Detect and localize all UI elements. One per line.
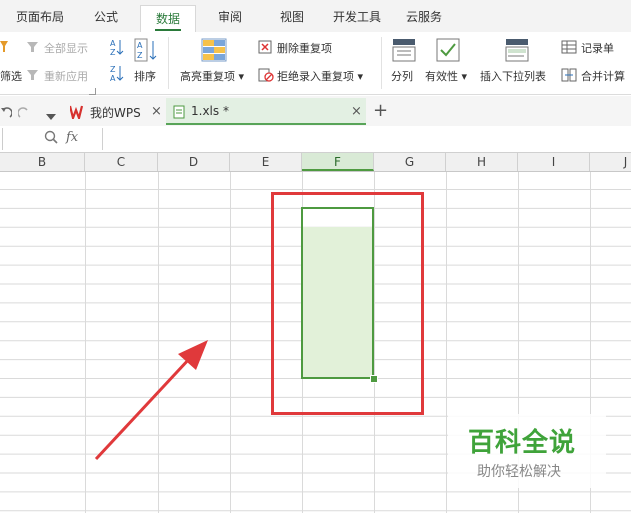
sort-ascending-icon[interactable]: AZ xyxy=(110,38,124,60)
column-header-f[interactable]: F xyxy=(302,153,374,171)
redo-icon[interactable] xyxy=(17,104,30,123)
highlight-duplicates-button[interactable]: 高亮重复项 ▾ xyxy=(180,68,244,84)
file-tab-label: 1.xls * xyxy=(191,104,229,118)
svg-text:Z: Z xyxy=(137,51,143,60)
sort-button[interactable]: 排序 xyxy=(134,68,156,84)
insert-dropdown-button[interactable]: 插入下拉列表 xyxy=(480,68,546,84)
highlight-duplicates-icon xyxy=(201,38,227,66)
formula-input[interactable] xyxy=(102,128,631,150)
svg-text:Z: Z xyxy=(110,48,116,56)
reapply-button[interactable]: 重新应用 xyxy=(44,68,88,84)
reject-duplicates-icon xyxy=(258,67,274,86)
annotation-highlight-box xyxy=(271,192,424,415)
watermark-title: 百科全说 xyxy=(468,428,577,458)
consolidate-icon xyxy=(561,67,577,86)
tab-data-underline xyxy=(155,29,181,31)
tab-cloud[interactable]: 云服务 xyxy=(406,8,442,25)
sort-icon: AZ xyxy=(134,38,158,68)
dialog-launcher-icon[interactable] xyxy=(89,88,96,95)
tab-page-layout[interactable]: 页面布局 xyxy=(16,8,64,25)
filter-icon xyxy=(0,39,8,53)
zoom-search-icon[interactable] xyxy=(44,130,58,150)
reapply-icon xyxy=(26,67,40,86)
function-fx-button[interactable]: fx xyxy=(66,130,78,145)
show-all-button[interactable]: 全部显示 xyxy=(44,40,88,56)
filter-button[interactable]: 筛选 xyxy=(0,68,22,84)
svg-text:A: A xyxy=(110,74,116,82)
validity-button[interactable]: 有效性 ▾ xyxy=(425,68,467,84)
svg-text:A: A xyxy=(137,41,143,50)
column-header-b[interactable]: B xyxy=(0,153,85,171)
validity-icon xyxy=(436,38,460,68)
consolidate-button[interactable]: 合并计算 xyxy=(581,68,625,84)
column-header-j[interactable]: J xyxy=(590,153,631,171)
new-tab-button[interactable]: + xyxy=(373,100,388,121)
tab-view[interactable]: 视图 xyxy=(280,8,304,25)
name-box[interactable] xyxy=(0,128,3,150)
show-all-icon xyxy=(26,39,40,58)
column-header-i[interactable]: I xyxy=(518,153,590,171)
annotation-arrow-icon xyxy=(94,340,208,461)
column-header-d[interactable]: D xyxy=(158,153,230,171)
sort-descending-icon[interactable]: ZA xyxy=(110,64,124,86)
svg-text:Z: Z xyxy=(110,65,116,74)
reject-duplicates-button[interactable]: 拒绝录入重复项 ▾ xyxy=(277,68,363,84)
spreadsheet-file-icon xyxy=(173,104,185,123)
quick-access-dropdown-icon[interactable] xyxy=(46,107,56,126)
svg-text:A: A xyxy=(110,39,116,48)
watermark-subtitle: 助你轻松解决 xyxy=(477,464,561,480)
ribbon-separator xyxy=(168,37,169,89)
insert-dropdown-icon xyxy=(505,38,529,68)
wps-home-tab[interactable]: 我的WPS xyxy=(90,104,141,121)
undo-icon[interactable] xyxy=(0,104,13,123)
column-header-h[interactable]: H xyxy=(446,153,518,171)
record-form-button[interactable]: 记录单 xyxy=(581,40,614,56)
record-form-icon xyxy=(561,39,577,58)
close-wps-tab-icon[interactable]: × xyxy=(151,104,162,119)
tab-data[interactable]: 数据 xyxy=(140,5,196,32)
wps-logo-icon xyxy=(68,104,86,123)
delete-duplicates-button[interactable]: 删除重复项 xyxy=(277,40,332,56)
close-file-tab-icon[interactable]: × xyxy=(351,104,362,119)
tab-review[interactable]: 审阅 xyxy=(218,8,242,25)
column-header-e[interactable]: E xyxy=(230,153,302,171)
tab-developer[interactable]: 开发工具 xyxy=(333,8,381,25)
column-header-c[interactable]: C xyxy=(85,153,158,171)
ribbon-separator xyxy=(381,37,382,89)
delete-duplicates-icon xyxy=(258,39,272,58)
tab-formula[interactable]: 公式 xyxy=(94,8,118,25)
split-column-icon xyxy=(392,38,416,68)
column-header-g[interactable]: G xyxy=(374,153,446,171)
split-column-button[interactable]: 分列 xyxy=(391,68,413,84)
